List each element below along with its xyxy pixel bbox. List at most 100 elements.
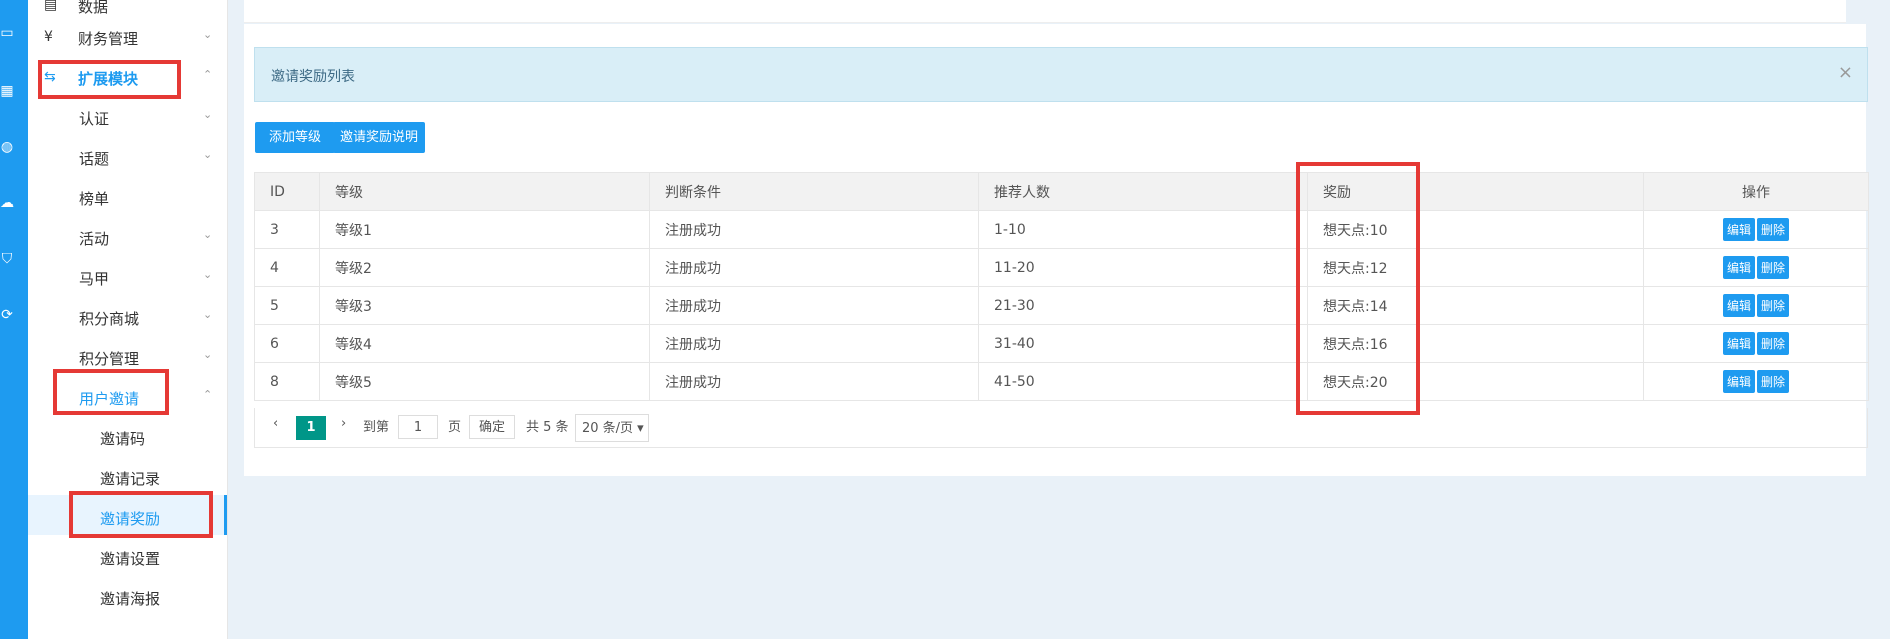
column-header: 判断条件 [649,172,979,211]
cell-count: 11-20 [978,248,1308,287]
cell-count: 1-10 [978,210,1308,249]
sidebar-item-invite-code[interactable]: 邀请码 [28,418,227,458]
grid-icon[interactable]: ▦ [0,84,14,98]
cloud-sync-icon[interactable]: ⟳ [0,308,14,322]
sidebar-item-invite-settings[interactable]: 邀请设置 [28,538,227,578]
cell-actions: 编辑 删除 [1643,286,1869,325]
table-row: 5 等级3 注册成功 21-30 想天点:14 编辑 删除 [254,286,1869,325]
sidebar-item-points-mall[interactable]: 积分商城 ⌄ [28,298,227,338]
chevron-down-icon: ⌄ [203,108,213,121]
sidebar-item-invite-records[interactable]: 邀请记录 [28,458,227,498]
cell-reward: 想天点:10 [1307,210,1644,249]
reward-info-button[interactable]: 邀请奖励说明 [333,122,425,153]
cell-reward: 想天点:20 [1307,362,1644,401]
cell-id: 6 [254,324,320,363]
cell-level: 等级2 [319,248,650,287]
delete-button[interactable]: 删除 [1757,294,1790,317]
sidebar-item-label: 积分管理 [79,350,140,368]
cell-actions: 编辑 删除 [1643,248,1869,287]
cell-count: 21-30 [978,286,1308,325]
sidebar-item-label: 马甲 [79,270,110,288]
sidebar-item-finance[interactable]: ¥ 财务管理 ⌄ [28,18,227,58]
globe-icon[interactable]: ◍ [0,140,14,154]
cell-condition: 注册成功 [649,248,979,287]
sidebar-item-label: 邀请记录 [100,470,161,488]
delete-button[interactable]: 删除 [1757,218,1790,241]
alert-text: 邀请奖励列表 [271,69,355,85]
total-count: 共 5 条 [526,420,569,435]
close-icon[interactable]: × [1838,62,1853,83]
edit-button[interactable]: 编辑 [1722,256,1755,279]
chevron-down-icon: ⌄ [203,268,213,281]
column-header: 奖励 [1307,172,1644,211]
finance-icon: ¥ [44,29,53,45]
sidebar-item-label: 财务管理 [78,30,139,48]
sidebar-item-activity[interactable]: 活动 ⌄ [28,218,227,258]
chevron-down-icon: ⌄ [203,348,213,361]
sidebar-item-label: 数据 [78,0,109,16]
edit-button[interactable]: 编辑 [1722,370,1755,393]
next-page-icon[interactable]: › [341,416,346,431]
cell-count: 31-40 [978,324,1308,363]
delete-button[interactable]: 删除 [1757,370,1790,393]
sidebar-item-label: 邀请码 [100,430,146,448]
edit-button[interactable]: 编辑 [1722,294,1755,317]
sidebar-item-extensions[interactable]: ⇆ 扩展模块 ⌃ [28,58,227,98]
shield-icon[interactable]: ⛉ [0,252,14,266]
chevron-down-icon: ⌄ [203,28,213,41]
table-header-row: ID 等级 判断条件 推荐人数 奖励 操作 [254,172,1869,211]
confirm-page-button[interactable]: 确定 [469,415,515,439]
delete-button[interactable]: 删除 [1757,256,1790,279]
column-header: 推荐人数 [978,172,1308,211]
page-number-input[interactable]: 1 [398,415,438,439]
sidebar-item-auth[interactable]: 认证 ⌄ [28,98,227,138]
chevron-up-icon: ⌃ [203,68,213,81]
table-row: 4 等级2 注册成功 11-20 想天点:12 编辑 删除 [254,248,1869,287]
cell-reward: 想天点:16 [1307,324,1644,363]
sidebar-item-topics[interactable]: 话题 ⌄ [28,138,227,178]
sidebar-item-invite-poster[interactable]: 邀请海报 [28,578,227,618]
edit-button[interactable]: 编辑 [1722,218,1755,241]
edit-button[interactable]: 编辑 [1722,332,1755,355]
cell-reward: 想天点:14 [1307,286,1644,325]
page-unit-label: 页 [448,420,462,435]
sidebar-item-label: 榜单 [79,190,110,208]
cell-id: 4 [254,248,320,287]
cell-condition: 注册成功 [649,286,979,325]
column-header: ID [254,172,320,211]
sidebar-item-invite-rewards[interactable]: 邀请奖励 [28,495,227,535]
monitor-icon[interactable]: ▭ [0,26,14,40]
cell-condition: 注册成功 [649,324,979,363]
goto-label: 到第 [363,420,390,435]
sidebar-item-label: 积分商城 [79,310,140,328]
cloud-icon[interactable]: ☁ [0,196,14,210]
rewards-table: ID 等级 判断条件 推荐人数 奖励 操作 3 等级1 注册成功 1-10 想天… [254,172,1869,401]
sidebar-item-user-invite[interactable]: 用户邀请 ⌃ [28,378,227,418]
sidebar-item-label: 邀请奖励 [100,510,161,528]
cell-actions: 编辑 删除 [1643,362,1869,401]
add-level-button[interactable]: 添加等级 [255,122,335,153]
prev-page-icon[interactable]: ‹ [273,416,278,431]
sidebar-item-label: 活动 [79,230,110,248]
sidebar-item-label: 扩展模块 [78,70,139,88]
cell-id: 3 [254,210,320,249]
chevron-down-icon: ⌄ [203,308,213,321]
chevron-down-icon: ⌄ [203,148,213,161]
page-size-select[interactable]: 20 条/页 ▾ [575,414,649,442]
sidebar-item-ranking[interactable]: 榜单 [28,178,227,218]
sidebar-item-points-manage[interactable]: 积分管理 ⌄ [28,338,227,378]
icon-bar: ▭ ▦ ◍ ☁ ⛉ ⟳ [0,0,28,639]
cell-id: 8 [254,362,320,401]
delete-button[interactable]: 删除 [1757,332,1790,355]
sidebar-item-label: 认证 [79,110,110,128]
cell-condition: 注册成功 [649,210,979,249]
sidebar-item-vest[interactable]: 马甲 ⌄ [28,258,227,298]
table-row: 3 等级1 注册成功 1-10 想天点:10 编辑 删除 [254,210,1869,249]
sidebar: ▤ 数据 ¥ 财务管理 ⌄ ⇆ 扩展模块 ⌃ 认证 ⌄ 话题 ⌄ 榜单 活动 ⌄… [28,0,228,639]
chart-icon: ▤ [44,0,58,13]
sidebar-item-label: 邀请海报 [100,590,161,608]
column-header: 等级 [319,172,650,211]
extension-icon: ⇆ [44,69,56,85]
cell-id: 5 [254,286,320,325]
current-page-button[interactable]: 1 [296,416,326,440]
